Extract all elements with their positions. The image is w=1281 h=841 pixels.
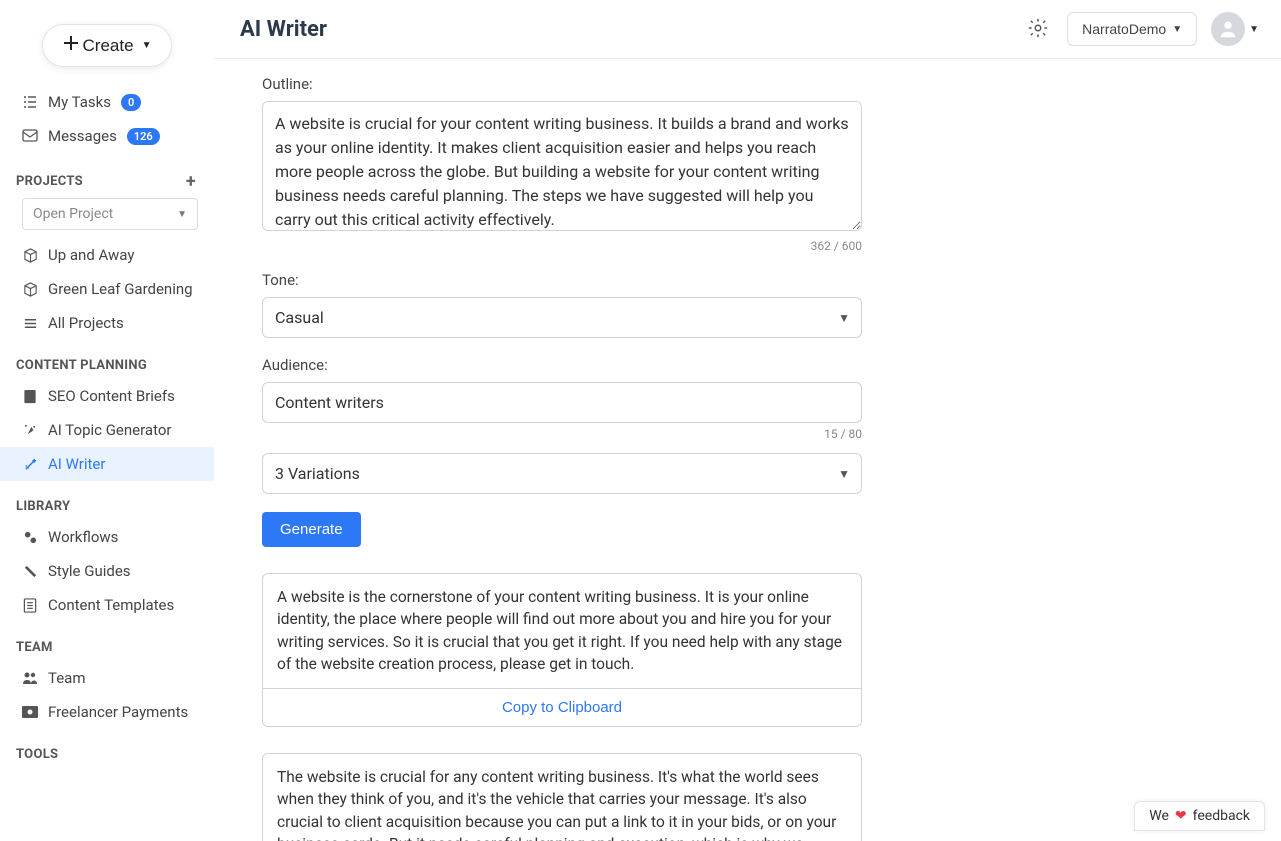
nav-my-tasks[interactable]: My Tasks 0 (0, 85, 214, 119)
chevron-down-icon: ▼ (1172, 24, 1182, 35)
feedback-suffix: feedback (1193, 808, 1250, 824)
settings-button[interactable] (1023, 13, 1053, 46)
messages-badge: 126 (127, 128, 160, 145)
nav-seo-briefs[interactable]: SEO Content Briefs (0, 379, 214, 413)
nav-label: Workflows (48, 528, 118, 546)
nav-all-projects[interactable]: All Projects (0, 306, 214, 340)
money-icon (22, 706, 38, 718)
team-header-label: TEAM (16, 640, 53, 655)
result-text: A website is the cornerstone of your con… (263, 574, 861, 688)
open-project-dropdown[interactable]: Open Project ▼ (22, 198, 198, 230)
main-area: AI Writer NarratoDemo ▼ ▼ (214, 0, 1281, 841)
add-project-icon[interactable]: + (186, 171, 196, 192)
outline-label: Outline: (262, 75, 872, 93)
heart-icon: ❤ (1175, 808, 1187, 824)
variations-value: 3 Variations (275, 464, 360, 483)
content-planning-header: CONTENT PLANNING (0, 340, 214, 379)
nav-label: My Tasks (48, 93, 111, 111)
nav-label: Style Guides (48, 562, 131, 580)
library-header: LIBRARY (0, 481, 214, 520)
audience-label: Audience: (262, 356, 872, 374)
envelope-icon (22, 129, 38, 143)
nav-messages[interactable]: Messages 126 (0, 119, 214, 153)
feedback-button[interactable]: We ❤ feedback (1134, 801, 1265, 831)
feedback-prefix: We (1149, 808, 1169, 824)
outline-char-count: 362 / 600 (262, 239, 862, 253)
workspace-dropdown[interactable]: NarratoDemo ▼ (1067, 12, 1197, 46)
generate-button[interactable]: Generate (262, 512, 361, 547)
nav-label: Content Templates (48, 596, 174, 614)
template-icon (22, 598, 38, 613)
nav-label: Green Leaf Gardening (48, 280, 193, 298)
people-icon (22, 671, 38, 685)
page-title: AI Writer (240, 17, 327, 42)
nav-team[interactable]: Team (0, 661, 214, 695)
projects-header: PROJECTS + (0, 153, 214, 198)
nav-label: AI Writer (48, 455, 105, 473)
nav-style-guides[interactable]: Style Guides (0, 554, 214, 588)
copy-to-clipboard-button[interactable]: Copy to Clipboard (263, 688, 861, 726)
tone-value: Casual (275, 308, 324, 327)
projects-header-label: PROJECTS (16, 174, 83, 189)
tasks-icon (22, 94, 38, 110)
ruler-icon (22, 564, 38, 579)
workspace-label: NarratoDemo (1082, 21, 1166, 37)
team-header: TEAM (0, 622, 214, 661)
nav-label: All Projects (48, 314, 124, 332)
list-icon (22, 316, 38, 331)
nav-label: Team (48, 669, 86, 687)
nav-ai-writer[interactable]: AI Writer (0, 447, 214, 481)
nav-label: Messages (48, 127, 117, 145)
avatar-icon (1211, 12, 1245, 46)
create-label: Create (83, 36, 134, 56)
library-header-label: LIBRARY (16, 499, 70, 514)
user-menu[interactable]: ▼ (1211, 12, 1259, 46)
chevron-down-icon: ▼ (1249, 24, 1259, 35)
nav-label: Up and Away (48, 246, 134, 264)
nav-label: Freelancer Payments (48, 703, 188, 721)
result-text: The website is crucial for any content w… (263, 754, 861, 841)
variations-field: 3 Variations ▼ (262, 453, 872, 494)
chevron-down-icon: ▼ (177, 209, 187, 220)
project-item[interactable]: Green Leaf Gardening (0, 272, 214, 306)
nav-label: AI Topic Generator (48, 421, 171, 439)
cube-icon (22, 248, 38, 263)
cube-icon (22, 282, 38, 297)
content-planning-header-label: CONTENT PLANNING (16, 358, 147, 373)
outline-field: Outline: 362 / 600 (262, 75, 872, 253)
plus-icon (63, 35, 79, 56)
project-item[interactable]: Up and Away (0, 238, 214, 272)
tools-header-label: TOOLS (16, 747, 58, 762)
tone-select[interactable]: Casual (262, 297, 862, 338)
document-icon (22, 389, 38, 404)
sparkle-icon (22, 423, 38, 438)
tone-label: Tone: (262, 271, 872, 289)
create-button[interactable]: Create ▼ (42, 24, 173, 67)
sidebar: Create ▼ My Tasks 0 Messages 126 PROJECT… (0, 0, 214, 841)
outline-textarea[interactable] (262, 101, 862, 231)
content-area: Outline: 362 / 600 Tone: Casual ▼ Audien… (214, 59, 1281, 841)
topbar: AI Writer NarratoDemo ▼ ▼ (214, 0, 1281, 59)
variations-select[interactable]: 3 Variations (262, 453, 862, 494)
audience-field: Audience: 15 / 80 (262, 356, 872, 441)
audience-input[interactable] (262, 382, 862, 423)
nav-label: SEO Content Briefs (48, 387, 175, 405)
nav-freelancer-payments[interactable]: Freelancer Payments (0, 695, 214, 729)
audience-char-count: 15 / 80 (262, 427, 862, 441)
tone-field: Tone: Casual ▼ (262, 271, 872, 338)
open-project-label: Open Project (33, 206, 113, 222)
gears-icon (22, 530, 38, 545)
magic-wand-icon (22, 457, 38, 472)
nav-content-templates[interactable]: Content Templates (0, 588, 214, 622)
nav-workflows[interactable]: Workflows (0, 520, 214, 554)
tools-header: TOOLS (0, 729, 214, 768)
gear-icon (1027, 27, 1049, 42)
nav-ai-topic-generator[interactable]: AI Topic Generator (0, 413, 214, 447)
result-card: The website is crucial for any content w… (262, 753, 862, 841)
chevron-down-icon: ▼ (142, 40, 152, 51)
tasks-badge: 0 (121, 94, 141, 111)
result-card: A website is the cornerstone of your con… (262, 573, 862, 727)
